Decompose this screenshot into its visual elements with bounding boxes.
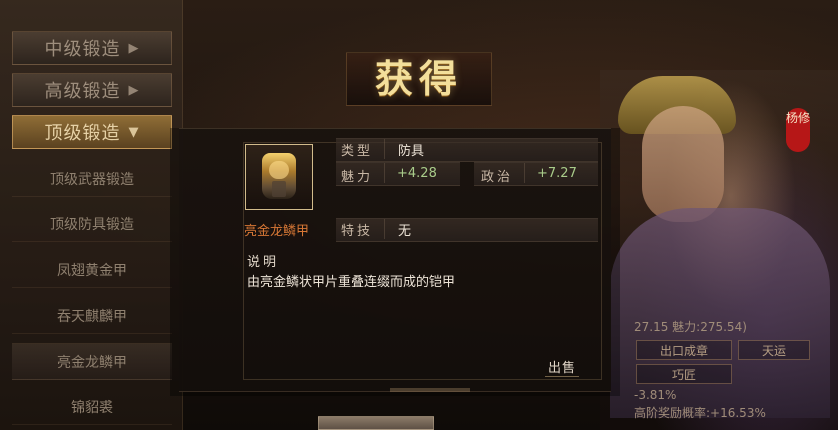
submenu-mink-coat[interactable]: 锦貂裘	[12, 389, 172, 425]
forging-sidebar: 中级锻造 ▶ 高级锻造 ▶ 顶级锻造 ▼ 顶级武器锻造 顶级防具锻造 凤翅黄金甲…	[0, 0, 183, 430]
description-text: 由亮金鳞状甲片重叠连缀而成的铠甲	[247, 275, 456, 290]
head-shape	[642, 106, 724, 222]
type-label: 类型	[341, 144, 374, 159]
skill-button-craftsman-label: 巧匠	[671, 367, 696, 382]
charm-divider	[384, 163, 385, 183]
menu-intermediate-forging[interactable]: 中级锻造 ▶	[12, 31, 172, 65]
submenu-golden-dragon-armor[interactable]: 亮金龙鳞甲	[12, 343, 172, 380]
submenu-top-armor-forging-label: 顶级防具锻造	[50, 216, 134, 233]
skill-button-fortune[interactable]: 天运	[738, 340, 810, 360]
menu-advanced-forging[interactable]: 高级锻造 ▶	[12, 73, 172, 107]
skill-button-fortune-label: 天运	[761, 343, 786, 358]
sell-button[interactable]: 出售	[545, 356, 579, 377]
background-reward-line: 高阶奖励概率:+16.53%	[634, 406, 766, 420]
skill-label: 特技	[341, 224, 374, 239]
type-row	[336, 138, 598, 162]
armor-icon	[262, 153, 296, 199]
background-stats-line: 27.15 魅力:275.54)	[634, 320, 747, 334]
charm-label: 魅力	[341, 170, 374, 185]
skill-divider	[384, 219, 385, 239]
background-stats-panel: 27.15 魅力:275.54) 出口成章 天运 巧匠 -3.81% 高阶奖励概…	[630, 318, 830, 420]
skill-value: 无	[398, 224, 412, 239]
bottom-hidden-button[interactable]	[318, 416, 434, 430]
character-name-text: 杨修	[786, 111, 811, 125]
submenu-qilin-armor-label: 吞天麒麟甲	[57, 308, 127, 325]
menu-intermediate-forging-label: 中级锻造	[44, 39, 121, 60]
menu-top-forging[interactable]: 顶级锻造 ▼	[12, 115, 172, 149]
type-value: 防具	[398, 144, 425, 159]
skill-button-eloquence-label: 出口成章	[659, 343, 708, 358]
sell-button-label: 出售	[547, 360, 576, 376]
character-name-tag: 杨修	[786, 108, 810, 152]
modal-title-wrap: 获得	[332, 40, 506, 120]
submenu-top-armor-forging[interactable]: 顶级防具锻造	[12, 206, 172, 242]
item-name: 亮金龙鳞甲	[244, 224, 310, 239]
submenu-qilin-armor[interactable]: 吞天麒麟甲	[12, 298, 172, 334]
submenu-phoenix-golden-armor-label: 凤翅黄金甲	[57, 262, 127, 279]
type-divider	[384, 139, 385, 159]
politics-label: 政治	[481, 170, 514, 185]
chevron-right-icon: ▶	[128, 40, 140, 56]
skill-row	[336, 218, 598, 242]
menu-advanced-forging-label: 高级锻造	[44, 81, 121, 102]
modal-title: 获得	[374, 56, 463, 101]
bottom-accent-line	[390, 388, 470, 392]
chevron-down-icon: ▼	[128, 124, 140, 140]
item-icon-frame	[245, 144, 313, 210]
submenu-top-weapon-forging-label: 顶级武器锻造	[50, 171, 134, 188]
skill-button-craftsman[interactable]: 巧匠	[636, 364, 732, 384]
charm-value: +4.28	[397, 166, 437, 181]
skill-button-eloquence[interactable]: 出口成章	[636, 340, 732, 360]
politics-divider	[524, 163, 525, 183]
chevron-right-icon: ▶	[128, 82, 140, 98]
submenu-golden-dragon-armor-label: 亮金龙鳞甲	[57, 354, 127, 371]
submenu-phoenix-golden-armor[interactable]: 凤翅黄金甲	[12, 252, 172, 288]
description-label: 说明	[247, 255, 280, 270]
menu-top-forging-label: 顶级锻造	[44, 123, 121, 144]
politics-value: +7.27	[537, 166, 577, 181]
submenu-mink-coat-label: 锦貂裘	[71, 399, 113, 416]
background-percent-line: -3.81%	[634, 388, 677, 402]
submenu-top-weapon-forging[interactable]: 顶级武器锻造	[12, 161, 172, 197]
